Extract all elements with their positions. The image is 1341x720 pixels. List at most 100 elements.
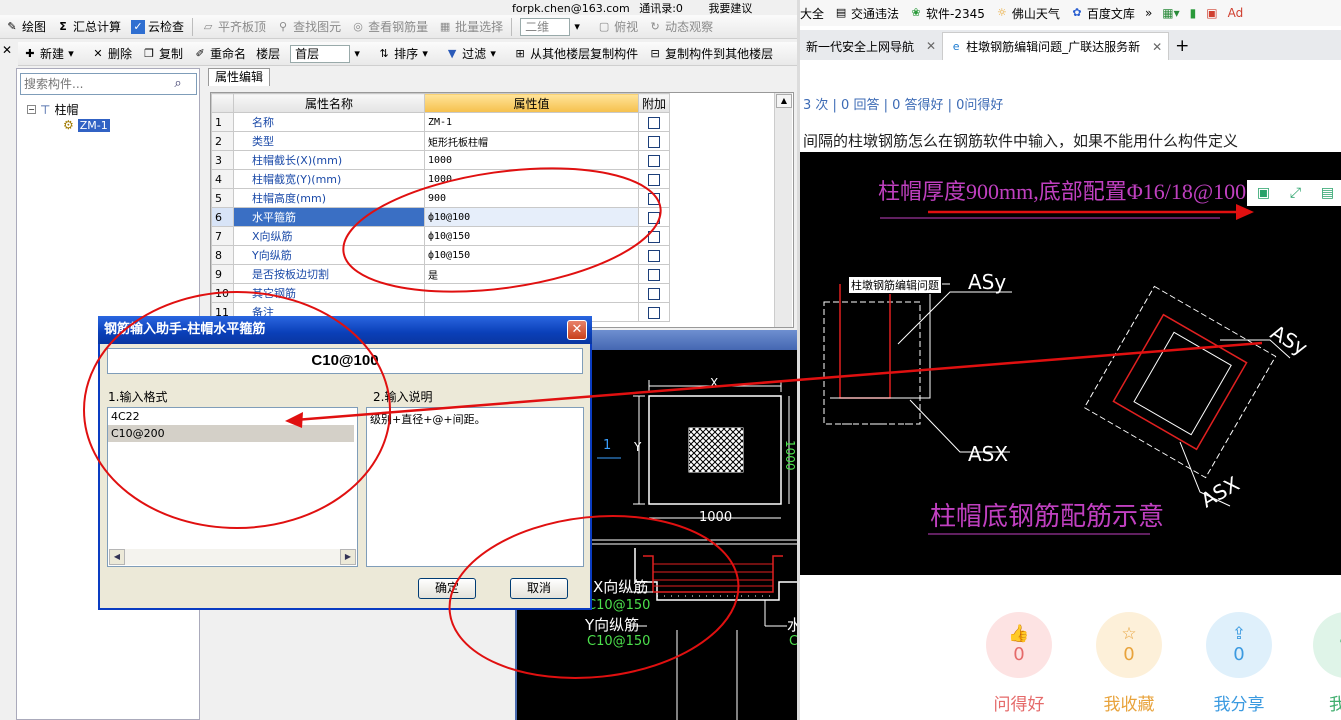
search-icon[interactable]: ⌕ — [171, 77, 185, 91]
action-circle[interactable]: 👍 0 — [986, 612, 1052, 678]
tab-navigation[interactable]: 新一代安全上网导航 ✕ — [800, 32, 942, 60]
action-more[interactable]: ✎ 我要 — [1312, 612, 1341, 715]
extra-checkbox[interactable] — [648, 211, 660, 224]
tree-node-zm1[interactable]: ⚙ ZM-1 — [63, 118, 110, 132]
property-scrollbar[interactable]: ▲ — [774, 93, 792, 327]
copy-from-floor-button[interactable]: ⊞ 从其他楼层复制构件 — [508, 43, 643, 65]
save-icon[interactable]: ▤ — [1321, 185, 1334, 201]
action-circle[interactable]: ⇪ 0 — [1206, 612, 1272, 678]
list-item[interactable]: C10@200 — [108, 425, 354, 442]
top-view-button[interactable]: ▢ 俯视 — [592, 16, 643, 38]
property-value[interactable] — [424, 283, 639, 303]
collapse-icon[interactable]: − — [27, 105, 36, 114]
format-list-scrollbar[interactable]: ◀ ▶ — [109, 549, 356, 565]
list-item[interactable]: 4C22 — [108, 408, 357, 425]
sort-button[interactable]: ⇅ 排序 ▾ — [372, 43, 440, 65]
extra-checkbox[interactable] — [648, 116, 660, 129]
new-tab-button[interactable]: + — [1169, 32, 1195, 60]
property-value[interactable]: ф10@150 — [424, 226, 639, 246]
extra-checkbox[interactable] — [648, 173, 660, 186]
table-row[interactable]: 2 类型 矩形托板柱帽 — [211, 131, 671, 151]
batch-select-button[interactable]: ▦ 批量选择 — [433, 16, 508, 38]
summary-calc-button[interactable]: Σ 汇总计算 — [51, 16, 126, 38]
extra-checkbox[interactable] — [648, 192, 660, 205]
scroll-right-icon[interactable]: ▶ — [340, 549, 356, 565]
scroll-left-icon[interactable]: ◀ — [109, 549, 125, 565]
extra-checkbox[interactable] — [648, 230, 660, 243]
element-search: ⌕ — [20, 73, 197, 95]
property-value[interactable]: ф10@150 — [424, 245, 639, 265]
floor-select[interactable]: 首层 ▾ — [285, 43, 372, 65]
crop-icon[interactable]: ▣ — [1257, 185, 1270, 201]
view-mode-select[interactable]: 二维 ▾ — [515, 16, 592, 38]
action-favorite[interactable]: ☆ 0 我收藏 — [1095, 612, 1163, 715]
table-row[interactable]: 5 柱帽高度(mm) 900 — [211, 188, 671, 208]
tab-question[interactable]: e 柱墩钢筋编辑问题_广联达服务新 ✕ — [942, 32, 1170, 60]
question-image[interactable]: 柱帽厚度900mm,底部配置Φ16/18@100双向钢筋 柱墩钢筋编辑问题 AS… — [800, 152, 1341, 575]
close-icon[interactable]: ✕ — [926, 39, 936, 53]
bookmark-item[interactable]: 大全 — [800, 5, 824, 22]
property-value[interactable]: ф10@100 — [424, 207, 639, 227]
level-top-button[interactable]: ▱ 平齐板顶 — [196, 16, 271, 38]
view-rebar-button[interactable]: ◎ 查看钢筋量 — [346, 16, 433, 38]
feedback-link[interactable]: 我要建议 — [708, 2, 752, 14]
new-button[interactable]: ✚ 新建 ▾ — [18, 43, 86, 65]
extra-checkbox[interactable] — [648, 306, 660, 319]
property-value[interactable]: 矩形托板柱帽 — [424, 131, 639, 151]
apps-icon[interactable]: ▦▾ — [1162, 6, 1179, 20]
rebar-value-field[interactable]: C10@100 — [107, 348, 583, 374]
search-input[interactable] — [21, 75, 171, 93]
close-icon[interactable]: ✕ — [0, 43, 14, 57]
cloud-check-button[interactable]: ✓ 云检查 — [126, 16, 189, 38]
find-element-button[interactable]: ⚲ 查找图元 — [271, 16, 346, 38]
close-icon[interactable]: ✕ — [1152, 40, 1162, 54]
close-icon[interactable]: ✕ — [567, 320, 587, 340]
copy-to-floor-button[interactable]: ⊟ 复制构件到其他楼层 — [643, 43, 778, 65]
dialog-title: 钢筋输入助手-柱帽水平箍筋 — [98, 316, 592, 344]
copy-button[interactable]: ❐ 复制 — [137, 43, 188, 65]
table-row[interactable]: 3 柱帽截长(X)(mm) 1000 — [211, 150, 671, 170]
action-circle[interactable]: ☆ 0 — [1096, 612, 1162, 678]
notice-count[interactable]: 通讯录:0 — [639, 2, 683, 14]
ad-block-icon[interactable]: Ad — [1228, 6, 1244, 20]
scroll-up-icon[interactable]: ▲ — [776, 94, 792, 108]
format-list[interactable]: 4C22 C10@200 ◀ ▶ — [107, 407, 358, 567]
table-row[interactable]: 4 柱帽截宽(Y)(mm) 1000 — [211, 169, 671, 189]
action-good-question[interactable]: 👍 0 问得好 — [985, 612, 1053, 715]
bookmark-item[interactable]: ☼ 佛山天气 — [995, 5, 1060, 22]
bookmark-item[interactable]: ▤ 交通违法 — [834, 5, 899, 22]
fullscreen-icon[interactable]: ⤢ — [1290, 185, 1301, 201]
property-value[interactable]: 1000 — [424, 150, 639, 170]
property-value[interactable]: 是 — [424, 264, 639, 284]
rename-button[interactable]: ✐ 重命名 — [188, 43, 251, 65]
ok-button[interactable]: 确定 — [418, 578, 476, 599]
delete-button[interactable]: ✕ 删除 — [86, 43, 137, 65]
reader-icon[interactable]: ▮ — [1190, 6, 1197, 20]
draw-button[interactable]: ✎ 绘图 — [0, 16, 51, 38]
extra-checkbox[interactable] — [648, 249, 660, 262]
bookmark-item[interactable]: ❀ 软件-2345 — [909, 5, 984, 22]
table-row[interactable]: 10 其它钢筋 — [211, 283, 671, 303]
filter-button[interactable]: ▼ 过滤 ▾ — [440, 43, 508, 65]
property-value[interactable]: 1000 — [424, 169, 639, 189]
table-row[interactable]: 7 X向纵筋 ф10@150 — [211, 226, 671, 246]
extra-checkbox[interactable] — [648, 287, 660, 300]
extra-checkbox[interactable] — [648, 268, 660, 281]
table-row[interactable]: 6 水平箍筋 ф10@100 — [211, 207, 671, 227]
bookmark-item[interactable]: ✿ 百度文库 — [1070, 5, 1135, 22]
property-value[interactable]: ZM-1 — [424, 112, 639, 132]
calendar-icon[interactable]: ▣ — [1206, 6, 1217, 20]
property-value[interactable]: 900 — [424, 188, 639, 208]
table-row[interactable]: 8 Y向纵筋 ф10@150 — [211, 245, 671, 265]
extra-checkbox[interactable] — [648, 154, 660, 167]
table-row[interactable]: 9 是否按板边切割是 — [211, 264, 671, 284]
dynamic-view-button[interactable]: ↻ 动态观察 — [643, 16, 718, 38]
more-bookmarks-icon[interactable]: » — [1145, 6, 1152, 20]
cancel-button[interactable]: 取消 — [510, 578, 568, 599]
action-share[interactable]: ⇪ 0 我分享 — [1205, 612, 1273, 715]
extra-checkbox[interactable] — [648, 135, 660, 148]
tree-node-root[interactable]: − ⊤ 柱帽 — [27, 101, 78, 118]
action-circle[interactable]: ✎ — [1313, 612, 1341, 678]
table-row[interactable]: 1 名称 ZM-1 — [211, 112, 671, 132]
tab-property-edit[interactable]: 属性编辑 — [208, 68, 270, 86]
